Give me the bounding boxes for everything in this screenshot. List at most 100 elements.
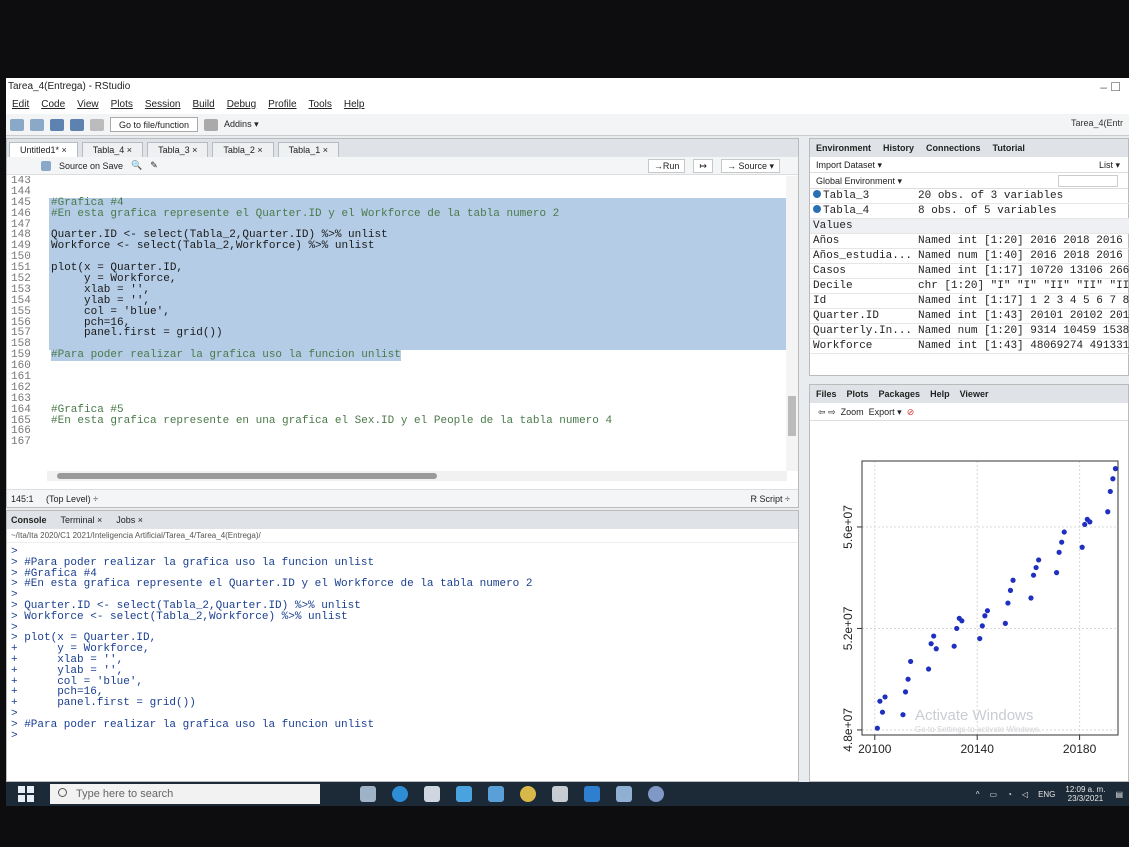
environment-row[interactable]: Casos Named int [1:17] 10720 13106 2662..… <box>810 263 1129 279</box>
working-directory[interactable]: ~/Ita/Ita 2020/C1 2021/Inteligencia Arti… <box>7 529 798 543</box>
edge-icon[interactable] <box>392 786 408 802</box>
tab-history[interactable]: History <box>883 139 914 157</box>
network-icon[interactable]: ◔ <box>1007 790 1012 799</box>
project-menu[interactable]: Tarea_4(Entr <box>1071 118 1123 128</box>
tab-tabla-1[interactable]: Tabla_1 × <box>277 142 339 157</box>
environment-row[interactable]: Workforce Named int [1:43] 48069274 49133… <box>810 338 1129 354</box>
print-icon[interactable] <box>90 118 104 131</box>
code-line[interactable]: 149 Workforce <- select(Tabla_2,Workforce… <box>7 241 787 253</box>
file-type-selector[interactable]: R Script ÷ <box>751 490 790 508</box>
dataset-icon[interactable] <box>813 205 821 213</box>
code-line[interactable]: 162 <box>7 382 787 394</box>
taskbar-search-input[interactable]: Type here to search <box>50 784 320 804</box>
code-line[interactable]: 164 #Grafica #5 <box>7 404 787 416</box>
code-line[interactable]: 157 panel.first = grid()) <box>7 328 787 340</box>
menu-session[interactable]: Session <box>145 96 181 114</box>
code-line[interactable]: 155 col = 'blue', <box>7 306 787 318</box>
rstudio-icon[interactable] <box>616 786 632 802</box>
dataset-icon[interactable] <box>813 190 821 198</box>
environment-row[interactable]: Años Named int [1:20] 2016 2018 2016 2... <box>810 233 1129 249</box>
menu-code[interactable]: Code <box>41 96 65 114</box>
mail-icon[interactable] <box>456 786 472 802</box>
task-view-icon[interactable] <box>360 786 376 802</box>
tab-environment[interactable]: Environment <box>816 139 871 157</box>
code-line[interactable]: 166 <box>7 426 787 437</box>
environment-row[interactable]: Quarter.ID Named int [1:43] 20101 20102 2… <box>810 308 1129 324</box>
code-area[interactable]: 143 144 145 #Grafica #4 146 #En esta grafica … <box>7 176 787 469</box>
tab-viewer[interactable]: Viewer <box>960 385 989 403</box>
vscode-icon[interactable] <box>584 786 600 802</box>
tab-files[interactable]: Files <box>816 385 837 403</box>
menu-edit[interactable]: Edit <box>12 96 29 114</box>
tab-packages[interactable]: Packages <box>879 385 921 403</box>
menu-debug[interactable]: Debug <box>227 96 256 114</box>
tab-tutorial[interactable]: Tutorial <box>993 139 1025 157</box>
remove-plot-icon[interactable]: ⊘ <box>907 407 915 417</box>
environment-row[interactable]: Quarterly.In... Named num [1:20] 9314 104… <box>810 323 1129 339</box>
tab-tabla-2[interactable]: Tabla_2 × <box>212 142 274 157</box>
tab-plots[interactable]: Plots <box>847 385 869 403</box>
tab-tabla-3[interactable]: Tabla_3 × <box>147 142 209 157</box>
code-line[interactable]: 143 <box>7 176 787 187</box>
code-line[interactable]: 159 #Para poder realizar la grafica uso l… <box>7 350 787 362</box>
code-line[interactable]: 165 #En esta grafica represente en una gr… <box>7 415 787 427</box>
code-line[interactable]: 146 #En esta grafica represente el Quarte… <box>7 208 787 220</box>
menu-tools[interactable]: Tools <box>309 96 332 114</box>
language-indicator[interactable]: ENG <box>1038 790 1055 799</box>
source-on-save-checkbox[interactable]: Source on Save <box>59 161 123 171</box>
zoom-button[interactable]: Zoom <box>841 407 864 417</box>
back-arrow-icon[interactable]: ⇦ <box>818 407 826 417</box>
console-output[interactable]: > > #Para poder realizar la grafica uso l… <box>7 543 798 741</box>
menu-plots[interactable]: Plots <box>111 96 133 114</box>
editor-horizontal-scrollbar[interactable] <box>47 471 787 481</box>
wand-icon[interactable]: ✎ <box>150 160 158 171</box>
scope-selector[interactable]: (Top Level) ÷ <box>46 494 98 504</box>
battery-icon[interactable]: ▭ <box>990 790 998 799</box>
code-line[interactable]: 167 <box>7 437 787 448</box>
chrome-icon[interactable] <box>520 786 536 802</box>
list-view-toggle[interactable]: List ▾ <box>1099 157 1120 173</box>
addins-menu[interactable]: Addins ▾ <box>224 119 259 130</box>
volume-icon[interactable]: ◁ <box>1022 790 1028 799</box>
grid-icon[interactable] <box>204 118 219 131</box>
settings-icon[interactable] <box>552 786 568 802</box>
code-line[interactable]: 160 <box>7 361 787 372</box>
tab-connections[interactable]: Connections <box>926 139 981 157</box>
forward-arrow-icon[interactable]: ⇨ <box>828 407 836 417</box>
menu-profile[interactable]: Profile <box>268 96 296 114</box>
windows-start-icon[interactable] <box>18 786 40 802</box>
code-line[interactable]: 161 <box>7 372 787 383</box>
tab-tabla-4[interactable]: Tabla_4 × <box>81 142 144 157</box>
environment-row[interactable]: Años_estudia... Named num [1:40] 2016 201… <box>810 248 1129 264</box>
clock[interactable]: 12:09 a. m. 23/3/2021 <box>1065 785 1105 803</box>
search-icon[interactable]: 🔍 <box>131 160 142 171</box>
save-icon[interactable] <box>50 118 64 131</box>
rerun-button[interactable]: ↦ <box>693 159 713 173</box>
run-button[interactable]: →Run <box>647 159 686 173</box>
new-file-icon[interactable] <box>10 118 24 131</box>
environment-row[interactable]: Decile chr [1:20] "I" "I" "II" "II" "III.… <box>810 278 1129 294</box>
open-project-icon[interactable] <box>30 118 44 131</box>
menu-help[interactable]: Help <box>344 96 365 114</box>
explorer-icon[interactable] <box>488 786 504 802</box>
environment-search-input[interactable] <box>1058 175 1118 187</box>
menu-build[interactable]: Build <box>192 96 214 114</box>
tray-chevron-icon[interactable]: ^ <box>976 790 980 799</box>
tab-jobs[interactable]: Jobs × <box>116 511 143 529</box>
environment-row[interactable]: Tabla_3 20 obs. of 3 variables <box>810 189 1129 204</box>
export-button[interactable]: Export ▾ <box>869 407 902 417</box>
editor-vertical-scrollbar[interactable] <box>786 176 798 471</box>
notifications-icon[interactable]: ▤ <box>1115 790 1123 799</box>
app-icon[interactable] <box>648 786 664 802</box>
save-all-icon[interactable] <box>70 118 84 131</box>
source-button[interactable]: → Source ▾ <box>720 159 780 173</box>
environment-row[interactable]: Tabla_4 8 obs. of 5 variables <box>810 203 1129 219</box>
menu-view[interactable]: View <box>77 96 99 114</box>
window-controls[interactable]: – ☐ <box>1100 78 1121 96</box>
code-line[interactable]: 163 <box>7 393 787 405</box>
store-icon[interactable] <box>424 786 440 802</box>
go-to-file-input[interactable]: Go to file/function <box>110 117 199 132</box>
code-line[interactable]: 144 <box>7 186 787 198</box>
save-icon[interactable] <box>41 160 51 171</box>
tab-console[interactable]: Console <box>11 511 47 529</box>
